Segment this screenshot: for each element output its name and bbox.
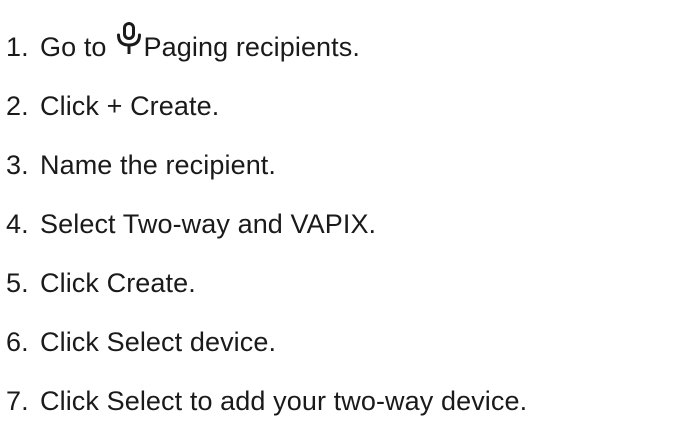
step-text: Click Select to add your two-way device. (40, 385, 528, 416)
step-number: 1. (6, 31, 29, 62)
step-number: 4. (6, 208, 29, 239)
step-1: 1. Go to Paging recipients. (6, 22, 360, 67)
step-text-before: Go to (40, 31, 107, 62)
step-text: Go to Paging recipients. (40, 22, 360, 64)
step-number: 7. (6, 385, 29, 416)
step-text: Click Select device. (40, 326, 277, 357)
step-text: Click + Create. (40, 90, 220, 121)
step-text-after: Paging recipients. (143, 31, 360, 62)
step-6: 6. Click Select device. (6, 322, 276, 362)
step-number: 2. (6, 90, 29, 121)
step-number: 3. (6, 149, 29, 180)
microphone-icon (115, 22, 143, 56)
step-number: 6. (6, 326, 29, 357)
step-text: Click Create. (40, 267, 196, 298)
step-4: 4. Select Two-way and VAPIX. (6, 204, 376, 244)
step-text: Select Two-way and VAPIX. (40, 208, 377, 239)
step-number: 5. (6, 267, 29, 298)
step-3: 3. Name the recipient. (6, 145, 276, 185)
step-2: 2. Click + Create. (6, 86, 219, 126)
step-7: 7. Click Select to add your two-way devi… (6, 381, 527, 421)
step-text: Name the recipient. (40, 149, 277, 180)
step-5: 5. Click Create. (6, 263, 196, 303)
